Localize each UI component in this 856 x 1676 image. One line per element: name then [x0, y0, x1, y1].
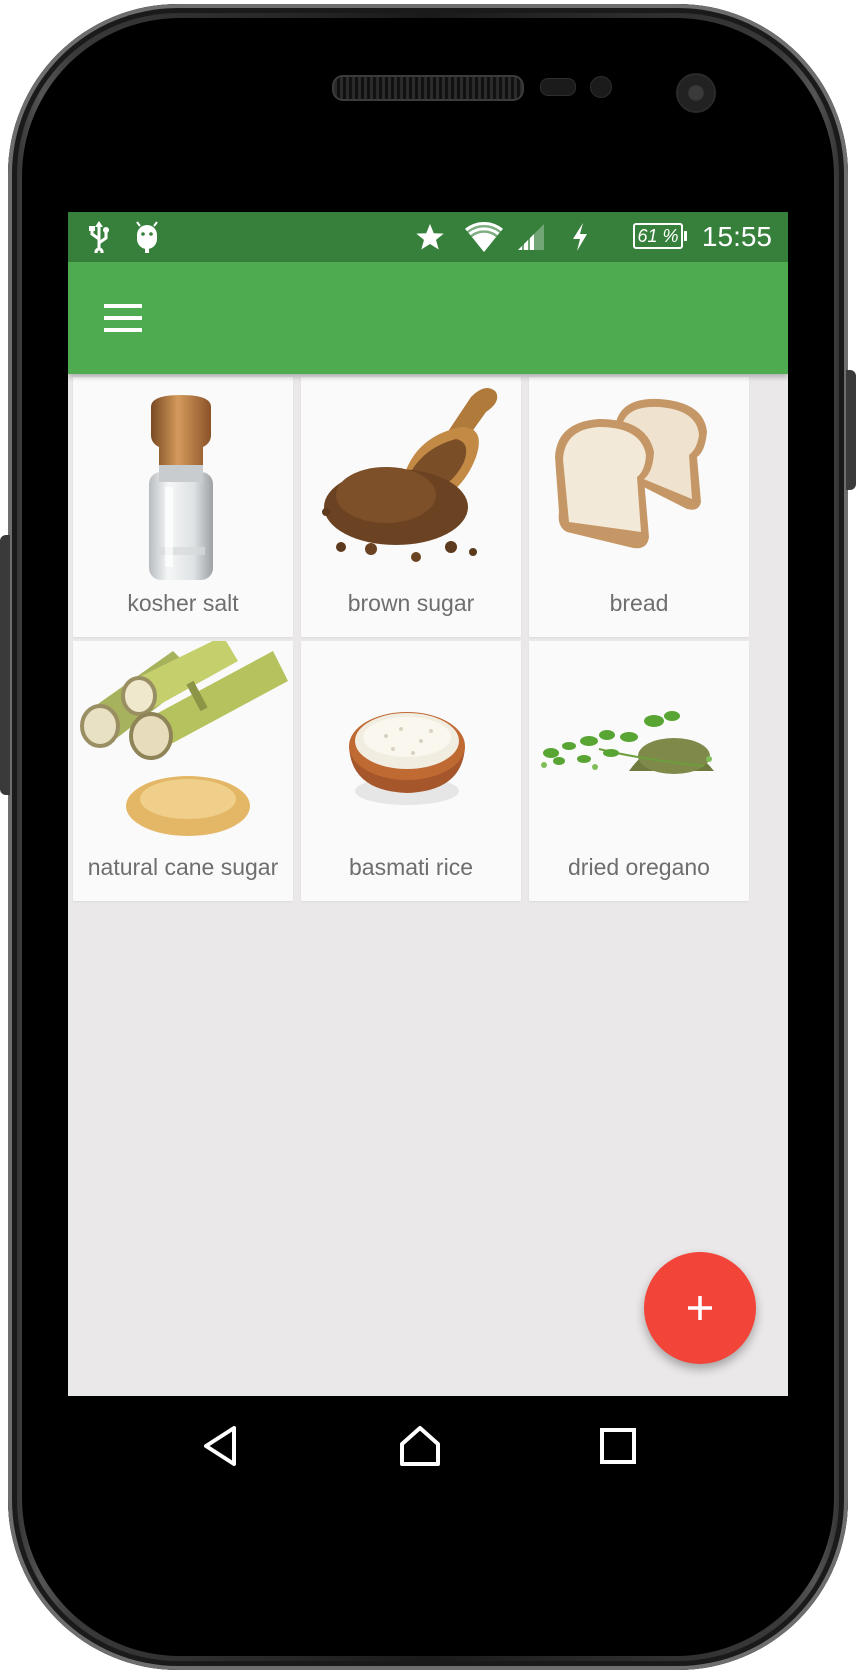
power-button — [846, 370, 856, 490]
ingredient-label: bread — [609, 590, 669, 616]
front-camera — [676, 73, 716, 113]
ingredient-label: natural cane sugar — [87, 854, 279, 880]
ingredient-card[interactable]: bread — [529, 377, 749, 637]
navigation-bar — [68, 1396, 788, 1492]
hamburger-menu-icon[interactable] — [90, 290, 146, 346]
battery-indicator: 61 % — [633, 223, 687, 249]
screen: 61 % 15:55 kosher salt brown sugar bread… — [68, 212, 788, 1396]
cane-sugar-image — [73, 641, 293, 849]
light-sensor — [590, 76, 612, 98]
android-debug-icon — [132, 212, 162, 262]
recents-icon[interactable] — [588, 1416, 648, 1476]
basmati-rice-image — [301, 641, 521, 849]
dried-oregano-image — [529, 641, 749, 849]
ingredient-label: basmati rice — [349, 854, 473, 880]
usb-icon — [86, 212, 112, 262]
ingredient-card[interactable]: basmati rice — [301, 641, 521, 901]
volume-button — [0, 535, 10, 795]
add-ingredient-button[interactable] — [644, 1252, 756, 1364]
star-icon — [413, 212, 447, 262]
signal-icon — [514, 212, 548, 262]
ingredient-label: dried oregano — [568, 854, 710, 880]
salt-grinder-image — [73, 377, 293, 585]
charging-icon — [568, 212, 592, 262]
plus-icon — [688, 1296, 712, 1320]
home-icon[interactable] — [390, 1416, 450, 1476]
proximity-sensor — [540, 78, 576, 96]
back-icon[interactable] — [190, 1416, 250, 1476]
bread-image — [529, 377, 749, 585]
ingredient-card[interactable]: kosher salt — [73, 377, 293, 637]
app-bar — [68, 262, 788, 374]
brown-sugar-image — [301, 377, 521, 585]
ingredient-label: kosher salt — [127, 590, 239, 616]
ingredient-card[interactable]: brown sugar — [301, 377, 521, 637]
earpiece-speaker — [332, 75, 524, 101]
ingredient-card[interactable]: natural cane sugar — [73, 641, 293, 901]
status-bar: 61 % 15:55 — [68, 212, 788, 262]
wifi-icon — [464, 212, 504, 262]
ingredient-label: brown sugar — [347, 590, 475, 616]
clock: 15:55 — [701, 221, 772, 252]
ingredient-card[interactable]: dried oregano — [529, 641, 749, 901]
